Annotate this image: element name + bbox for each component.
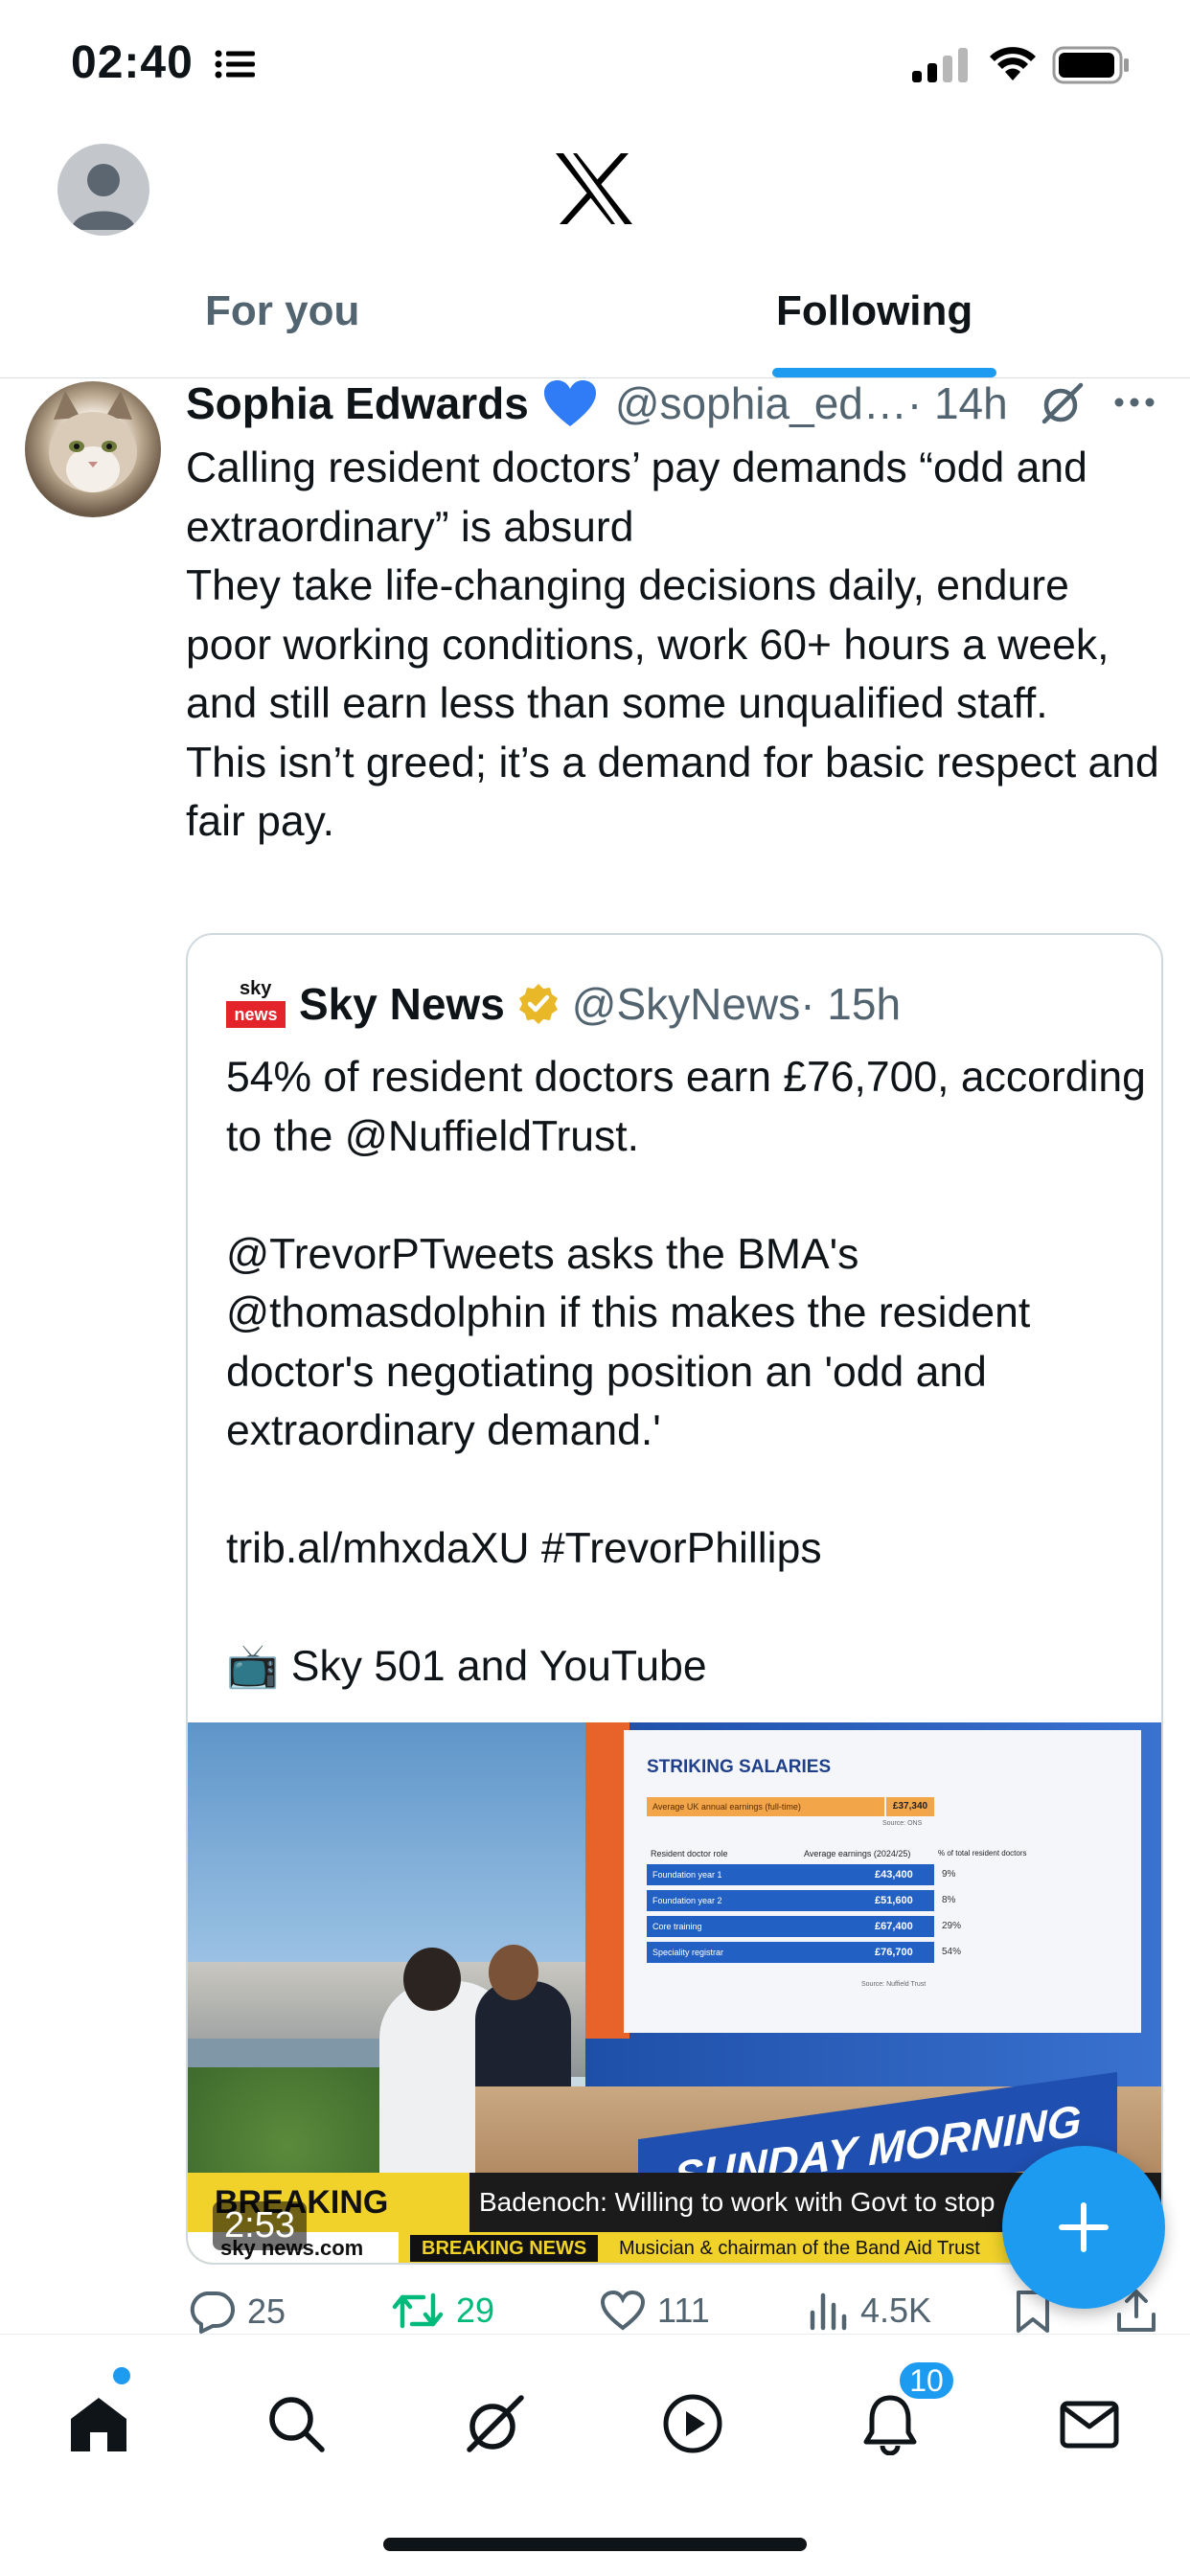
home-unread-dot <box>113 2367 130 2384</box>
uk-average-label: Average UK annual earnings (full-time) <box>647 1797 884 1816</box>
uk-average-value: £37,340 <box>886 1797 934 1816</box>
tab-for-you[interactable]: For you <box>205 287 359 335</box>
salary-row-role: Core training <box>652 1922 702 1931</box>
list-icon <box>215 50 255 79</box>
views-button[interactable]: 4.5K <box>807 2290 931 2332</box>
col-pct: % of total resident doctors <box>938 1849 1027 1858</box>
cellular-signal-icon <box>912 48 968 82</box>
salary-row-earnings: £67,400 <box>875 1921 913 1932</box>
blue-heart-icon <box>543 380 596 426</box>
video-play-icon[interactable] <box>661 2392 724 2455</box>
author-name[interactable]: Sophia Edwards <box>186 377 529 429</box>
views-chart-icon <box>810 2292 847 2331</box>
bottom-navigation: 10 <box>0 2334 1190 2576</box>
col-role: Resident doctor role <box>651 1849 728 1858</box>
wifi-icon <box>990 47 1036 80</box>
uk-source: Source: ONS <box>882 1820 923 1827</box>
notifications-bell-icon[interactable] <box>858 2392 922 2455</box>
home-icon[interactable] <box>67 2392 130 2455</box>
quote-author-name[interactable]: Sky News <box>299 978 505 1030</box>
salary-row: Speciality registrar £76,700 54% <box>647 1942 1030 1963</box>
salary-row: Foundation year 1 £43,400 9% <box>647 1864 1030 1885</box>
author-handle[interactable]: @sophia_ed… <box>615 377 907 429</box>
author-avatar[interactable] <box>25 381 161 517</box>
repost-icon <box>392 2292 444 2329</box>
screen-title: STRIKING SALARIES <box>647 1757 832 1777</box>
default-avatar-icon <box>71 164 136 230</box>
messages-envelope-icon[interactable] <box>1058 2392 1121 2455</box>
breaking-news-text: Badenoch: Willing to work with Govt to s… <box>479 2187 995 2217</box>
salary-row-pct: 54% <box>942 1947 962 1957</box>
presenter-left-head <box>403 1948 461 2011</box>
more-options-icon[interactable] <box>1113 397 1156 408</box>
reply-count: 25 <box>247 2291 286 2331</box>
salary-row-pct: 29% <box>942 1921 962 1931</box>
salary-row-pct: 8% <box>942 1895 956 1905</box>
salary-row-pct: 9% <box>942 1869 956 1880</box>
tab-following[interactable]: Following <box>776 287 973 335</box>
cat-photo-avatar <box>49 391 137 492</box>
search-icon[interactable] <box>264 2392 328 2455</box>
video-duration: 2:53 <box>213 2201 307 2250</box>
presenter-right-head <box>489 1945 538 2000</box>
quote-header: sky news Sky News @SkyNews · 15h <box>226 975 901 1033</box>
repost-button[interactable]: 29 <box>391 2290 494 2332</box>
sky-news-logo: sky news <box>226 978 286 1030</box>
col-earnings: Average earnings (2024/25) <box>804 1849 911 1858</box>
salary-row-earnings: £76,700 <box>875 1947 913 1958</box>
notifications-badge: 10 <box>897 2359 956 2402</box>
reply-icon <box>190 2291 235 2334</box>
home-indicator <box>383 2538 807 2551</box>
salary-row-earnings: £51,600 <box>875 1895 913 1906</box>
salary-row-earnings: £43,400 <box>875 1869 913 1881</box>
reply-button[interactable]: 25 <box>188 2290 286 2334</box>
grok-icon[interactable] <box>1041 381 1085 425</box>
salary-row-role: Foundation year 1 <box>652 1870 722 1880</box>
views-count: 4.5K <box>860 2291 932 2330</box>
like-count: 111 <box>657 2291 710 2330</box>
gold-verified-badge-icon <box>518 984 558 1024</box>
battery-icon <box>1052 46 1129 84</box>
salary-row-role: Speciality registrar <box>652 1948 724 1957</box>
grok-nav-icon[interactable] <box>464 2392 527 2455</box>
tweet-text: Calling resident doctors’ pay demands “o… <box>186 445 1159 845</box>
salary-row: Core training £67,400 29% <box>647 1916 1030 1937</box>
tweet-timestamp[interactable]: · 14h <box>907 377 1008 429</box>
quoted-tweet-card[interactable]: sky news Sky News @SkyNews · 15h 54% of … <box>186 933 1163 2265</box>
x-logo-icon[interactable] <box>554 151 634 226</box>
ticker2-text: Musician & chairman of the Band Aid Trus… <box>619 2238 980 2259</box>
status-time: 02:40 <box>71 37 194 88</box>
salary-row: Foundation year 2 £51,600 8% <box>647 1890 1030 1911</box>
ticker2-label: BREAKING NEWS <box>410 2235 599 2262</box>
compose-button[interactable] <box>1002 2146 1165 2309</box>
like-button[interactable]: 111 <box>600 2290 710 2332</box>
repost-count: 29 <box>456 2291 495 2330</box>
quote-text: 54% of resident doctors earn £76,700, ac… <box>226 1054 1146 1690</box>
quote-timestamp[interactable]: · 15h <box>800 978 901 1030</box>
salary-row-role: Foundation year 2 <box>652 1896 722 1905</box>
salary-screen: STRIKING SALARIES Average UK annual earn… <box>624 1730 1141 2033</box>
nuffield-source: Source: Nuffield Trust <box>861 1981 927 1988</box>
active-tab-indicator <box>772 368 996 377</box>
quote-author-handle[interactable]: @SkyNews <box>572 978 800 1030</box>
plus-icon <box>1059 2202 1109 2252</box>
tweet-header: Sophia Edwards @sophia_ed… · 14h <box>186 377 1008 429</box>
heart-icon <box>600 2290 646 2331</box>
profile-avatar-button[interactable] <box>57 144 149 236</box>
